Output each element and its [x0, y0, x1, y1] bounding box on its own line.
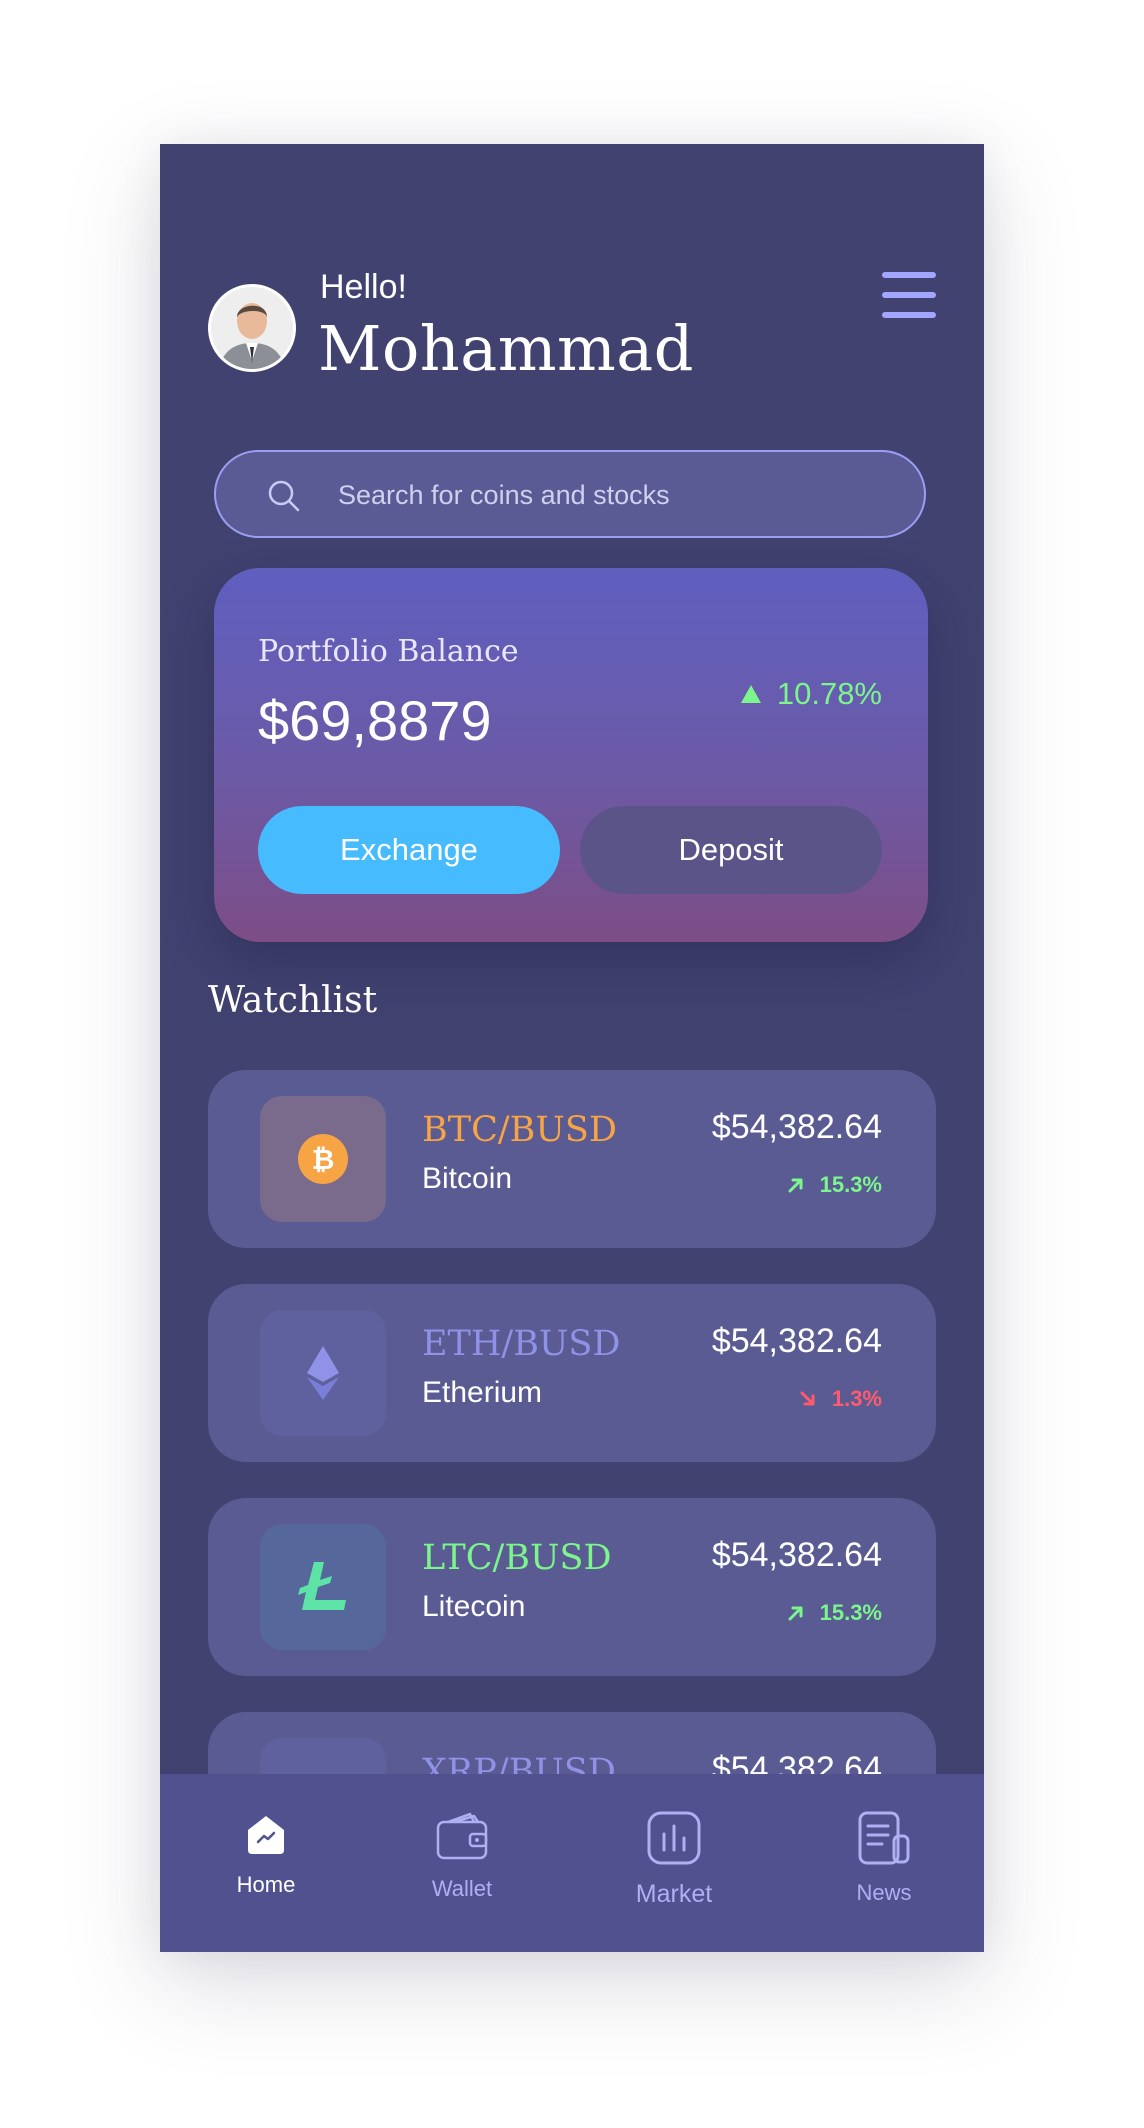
tab-news[interactable]: News	[814, 1810, 954, 1906]
bitcoin-icon-tile: ₿	[260, 1096, 386, 1222]
tab-news-label: News	[814, 1880, 954, 1906]
home-icon	[242, 1810, 290, 1858]
coin-change-value: 15.3%	[820, 1600, 882, 1626]
coin-change: 15.3%	[786, 1172, 882, 1198]
coin-price: $54,382.64	[712, 1108, 882, 1147]
litecoin-icon-tile	[260, 1524, 386, 1650]
up-triangle-icon	[741, 685, 761, 703]
user-photo	[211, 287, 293, 369]
arrow-up-right-icon	[786, 1175, 806, 1195]
avatar[interactable]	[208, 284, 296, 372]
svg-text:₿: ₿	[312, 1144, 335, 1175]
coin-pair: ETH/BUSD	[422, 1324, 620, 1364]
search-bar	[214, 450, 926, 538]
user-name: Mohammad	[318, 312, 694, 385]
watchlist-item-eth[interactable]: ETH/BUSD Etherium $54,382.64 1.3%	[208, 1284, 936, 1462]
ethereum-icon-tile	[260, 1310, 386, 1436]
tab-wallet-label: Wallet	[392, 1876, 532, 1902]
watchlist-title: Watchlist	[208, 980, 377, 1021]
portfolio-card: Portfolio Balance $69,8879 10.78% Exchan…	[214, 568, 928, 942]
coin-pair: LTC/BUSD	[422, 1538, 612, 1578]
coin-name: Bitcoin	[422, 1162, 512, 1196]
arrow-up-right-icon	[786, 1603, 806, 1623]
deposit-button[interactable]: Deposit	[580, 806, 882, 894]
tab-wallet[interactable]: Wallet	[392, 1810, 532, 1902]
coin-name: Etherium	[422, 1376, 542, 1410]
tab-market[interactable]: Market	[604, 1810, 744, 1909]
market-icon	[646, 1810, 702, 1866]
bottom-tab-bar: Home Wallet Market	[160, 1774, 984, 1952]
coin-change-value: 1.3%	[832, 1386, 882, 1412]
portfolio-label: Portfolio Balance	[258, 634, 519, 669]
portfolio-change-value: 10.78%	[777, 676, 882, 712]
watchlist-item-btc[interactable]: ₿ BTC/BUSD Bitcoin $54,382.64 15.3%	[208, 1070, 936, 1248]
app-screen: Hello! Mohammad Portfolio Balance $69,88…	[160, 144, 984, 1952]
tab-home-label: Home	[196, 1872, 336, 1898]
tab-home[interactable]: Home	[196, 1810, 336, 1898]
wallet-icon	[434, 1810, 490, 1862]
tab-market-label: Market	[604, 1880, 744, 1909]
litecoin-icon	[260, 1524, 386, 1650]
coin-change: 1.3%	[798, 1386, 882, 1412]
coin-price: $54,382.64	[712, 1536, 882, 1575]
ethereum-icon	[260, 1310, 386, 1436]
arrow-down-right-icon	[798, 1389, 818, 1409]
coin-change-value: 15.3%	[820, 1172, 882, 1198]
coin-change: 15.3%	[786, 1600, 882, 1626]
greeting-text: Hello!	[320, 268, 407, 307]
coin-price: $54,382.64	[712, 1322, 882, 1361]
portfolio-change: 10.78%	[741, 676, 882, 712]
news-icon	[856, 1810, 912, 1866]
exchange-button[interactable]: Exchange	[258, 806, 560, 894]
coin-name: Litecoin	[422, 1590, 525, 1624]
hamburger-menu-icon[interactable]	[882, 272, 936, 318]
watchlist-item-ltc[interactable]: LTC/BUSD Litecoin $54,382.64 15.3%	[208, 1498, 936, 1676]
search-icon	[266, 478, 302, 514]
bitcoin-icon: ₿	[260, 1096, 386, 1222]
portfolio-balance: $69,8879	[258, 688, 492, 753]
search-input[interactable]	[336, 470, 900, 520]
coin-pair: BTC/BUSD	[422, 1110, 617, 1150]
